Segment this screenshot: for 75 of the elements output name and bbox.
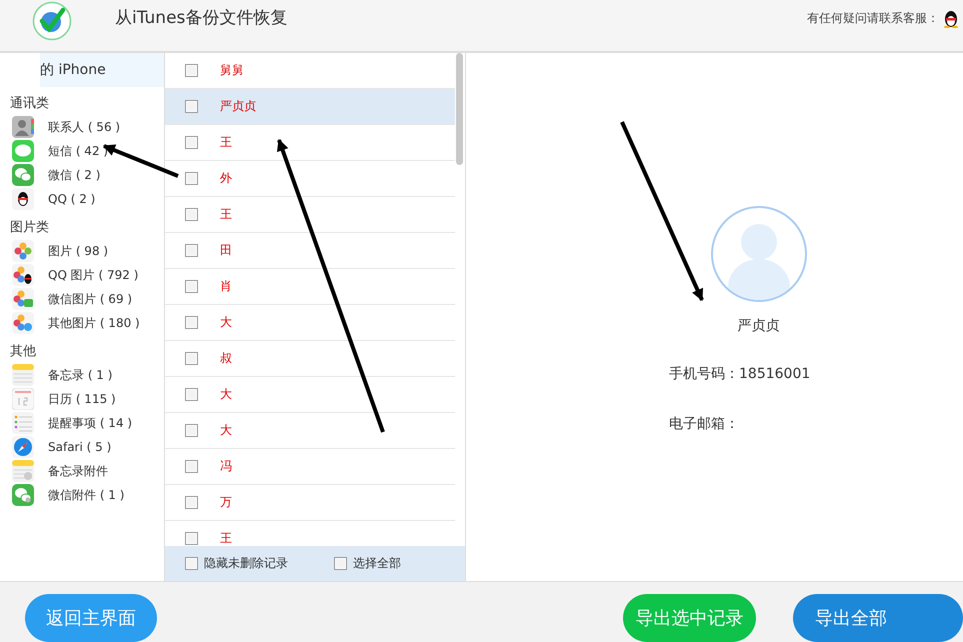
list-icon bbox=[12, 412, 34, 434]
speech-bubble-icon bbox=[12, 140, 34, 162]
penguin-icon bbox=[12, 188, 34, 210]
checkbox-label: 隐藏未删除记录 bbox=[204, 555, 288, 572]
contact-name: 王 bbox=[220, 530, 232, 546]
sidebar-item[interactable]: 日历 ( 115 ) bbox=[48, 390, 116, 408]
scrollbar[interactable] bbox=[456, 53, 463, 165]
sidebar-item[interactable]: 微信 ( 2 ) bbox=[48, 166, 100, 184]
contact-name: 严贞贞 bbox=[220, 98, 256, 115]
checkbox[interactable] bbox=[185, 352, 198, 365]
sidebar-item[interactable]: 备忘录附件 bbox=[48, 462, 108, 480]
category-heading: 其他 bbox=[9, 343, 37, 359]
back-button[interactable]: 返回主界面 bbox=[25, 594, 158, 642]
compass-icon bbox=[12, 436, 34, 458]
checkbox[interactable] bbox=[185, 172, 198, 185]
contact-name: 万 bbox=[220, 494, 232, 511]
checkbox[interactable] bbox=[185, 388, 198, 401]
app-title: 从iTunes备份文件恢复 bbox=[115, 7, 288, 29]
sidebar-item[interactable]: 备忘录 ( 1 ) bbox=[48, 366, 112, 384]
sidebar-item[interactable]: 其他图片 ( 180 ) bbox=[48, 314, 140, 332]
checkbox[interactable] bbox=[185, 64, 198, 77]
contact-name: 王 bbox=[220, 206, 232, 223]
support-text: 有任何疑问请联系客服： bbox=[807, 10, 939, 27]
checkbox-label: 选择全部 bbox=[353, 555, 401, 572]
notepad-icon bbox=[12, 364, 34, 386]
contact-name: 严贞贞 bbox=[738, 317, 780, 335]
contact-name: 大 bbox=[220, 314, 232, 331]
sidebar-item[interactable]: QQ ( 2 ) bbox=[48, 192, 96, 206]
checkbox[interactable] bbox=[185, 208, 198, 221]
contact-name: 冯 bbox=[220, 458, 232, 475]
sidebar-item[interactable]: 微信附件 ( 1 ) bbox=[48, 486, 124, 504]
flower-icon bbox=[12, 240, 34, 262]
field-value: 18516001 bbox=[739, 366, 810, 382]
category-heading: 通讯类 bbox=[9, 95, 50, 111]
penguin-icon[interactable] bbox=[943, 10, 959, 28]
contact-name: 大 bbox=[220, 386, 232, 403]
contact-name: 田 bbox=[220, 242, 232, 259]
calendar-icon bbox=[12, 388, 34, 410]
checkbox[interactable] bbox=[185, 136, 198, 149]
flower-icon bbox=[12, 312, 34, 334]
contact-name: 大 bbox=[220, 422, 232, 439]
flower-icon bbox=[12, 264, 34, 286]
export-all-button[interactable]: 导出全部 bbox=[793, 594, 963, 642]
contact-name: 外 bbox=[220, 170, 232, 187]
checkbox[interactable] bbox=[334, 557, 347, 570]
contact-row[interactable]: 严贞贞 bbox=[165, 89, 455, 125]
sidebar-item[interactable]: 微信图片 ( 69 ) bbox=[48, 290, 132, 308]
notepad-icon bbox=[12, 460, 34, 482]
chat-bubbles-icon bbox=[12, 484, 34, 506]
contacts-icon bbox=[12, 116, 34, 138]
flower-icon bbox=[12, 288, 34, 310]
field-label: 手机号码： bbox=[669, 366, 739, 382]
contact-name: 舅舅 bbox=[220, 62, 244, 79]
checkbox[interactable] bbox=[185, 100, 198, 113]
checkbox[interactable] bbox=[185, 496, 198, 509]
category-heading: 图片类 bbox=[9, 219, 50, 235]
checkbox[interactable] bbox=[185, 280, 198, 293]
checkbox[interactable] bbox=[185, 557, 198, 570]
contact-name: 叔 bbox=[220, 350, 232, 367]
device-tab[interactable]: 的 iPhone bbox=[40, 53, 164, 87]
sidebar-item[interactable]: 图片 ( 98 ) bbox=[48, 242, 108, 260]
checkbox[interactable] bbox=[185, 316, 198, 329]
contact-name: 王 bbox=[220, 134, 232, 151]
checkbox[interactable] bbox=[185, 532, 198, 545]
sidebar-item[interactable]: 提醒事项 ( 14 ) bbox=[48, 414, 132, 432]
field-label: 电子邮箱： bbox=[669, 416, 739, 432]
chat-bubbles-icon bbox=[12, 164, 34, 186]
avatar-icon bbox=[710, 205, 808, 303]
sidebar-item[interactable]: QQ 图片 ( 792 ) bbox=[48, 266, 138, 284]
checkbox[interactable] bbox=[185, 244, 198, 257]
sidebar-item[interactable]: 联系人 ( 56 ) bbox=[48, 118, 120, 136]
contact-name: 肖 bbox=[220, 278, 232, 295]
checkbox[interactable] bbox=[185, 424, 198, 437]
sidebar-item[interactable]: Safari ( 5 ) bbox=[48, 440, 112, 454]
checkbox[interactable] bbox=[185, 460, 198, 473]
